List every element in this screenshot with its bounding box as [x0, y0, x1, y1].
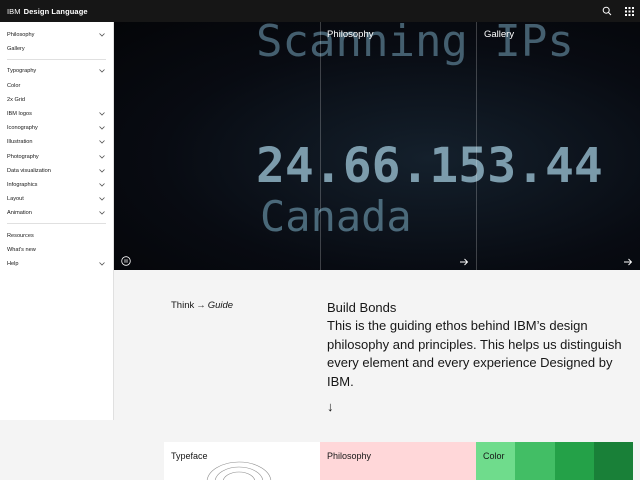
chevron-down-icon: [98, 124, 106, 132]
brand-link[interactable]: IBM Design Language: [0, 7, 88, 16]
chevron-down-icon: [98, 138, 106, 146]
app-switcher-icon[interactable]: [618, 0, 640, 22]
sidebar-item-label: Typography: [7, 68, 37, 75]
search-icon[interactable]: [596, 0, 618, 22]
top-navigation-bar: IBM Design Language: [0, 0, 640, 22]
think-guide-link[interactable]: Think → Guide: [171, 300, 233, 311]
brand-name: Design Language: [23, 6, 88, 16]
sidebar-item-gallery[interactable]: Gallery: [0, 42, 113, 56]
pause-icon[interactable]: [121, 253, 131, 266]
intro-body: This is the guiding ethos behind IBM’s d…: [327, 318, 622, 389]
chevron-down-icon: [98, 260, 106, 268]
guide-label: Guide: [207, 300, 234, 311]
sidebar-item-philosophy[interactable]: Philosophy: [0, 28, 113, 42]
hero-video-text: Scanning IPs: [256, 22, 574, 67]
tile-label: Philosophy: [327, 451, 372, 461]
sidebar-item-label: What's new: [7, 246, 36, 253]
sidebar-item-ibm-logos[interactable]: IBM logos: [0, 107, 113, 121]
intro-title: Build Bonds: [327, 300, 397, 315]
sidebar-item-label: Layout: [7, 196, 24, 203]
chevron-down-icon: [98, 67, 106, 75]
color-swatch: [515, 442, 555, 480]
hero-panel-philosophy-label[interactable]: Philosophy: [327, 29, 373, 40]
side-navigation: Philosophy Gallery Typography Color 2x G…: [0, 22, 114, 420]
sidebar-item-whats-new[interactable]: What's new: [0, 243, 113, 257]
chevron-down-icon: [98, 195, 106, 203]
hero-panel-gallery-label[interactable]: Gallery: [484, 29, 514, 40]
arrow-right-icon[interactable]: [623, 254, 633, 266]
hero-panel-divider: [320, 22, 321, 270]
tile-label: Typeface: [171, 451, 208, 461]
arrow-right-icon[interactable]: [459, 254, 469, 266]
chevron-down-icon: [98, 209, 106, 217]
tile-typeface[interactable]: Typeface: [164, 442, 320, 480]
color-swatch: [593, 442, 633, 480]
sidebar-item-label: Iconography: [7, 125, 38, 132]
sidebar-item-label: IBM logos: [7, 111, 32, 118]
sidebar-item-2x-grid[interactable]: 2x Grid: [0, 93, 113, 107]
brand-prefix: IBM: [7, 6, 21, 16]
sidebar-item-photography[interactable]: Photography: [0, 150, 113, 164]
chevron-down-icon: [98, 181, 106, 189]
sidebar-item-label: 2x Grid: [7, 96, 26, 103]
arrow-down-icon[interactable]: ↓: [327, 399, 334, 414]
sidebar-item-infographics[interactable]: Infographics: [0, 178, 113, 192]
hero-video: Scanning IPs 24.66.153.44 Canada Philoso…: [114, 22, 640, 270]
tile-label: Color: [483, 451, 505, 461]
sidebar-item-label: Help: [7, 260, 19, 267]
sidebar-item-label: Color: [7, 82, 21, 89]
tiles-section: Typeface Philosophy Color: [0, 420, 640, 480]
sidebar-item-iconography[interactable]: Iconography: [0, 121, 113, 135]
sidebar-item-label: Illustration: [7, 139, 33, 146]
sidebar-item-typography[interactable]: Typography: [0, 64, 113, 78]
hero-panel-divider: [476, 22, 477, 270]
sidebar-item-help[interactable]: Help: [0, 257, 113, 271]
color-swatch: [554, 442, 594, 480]
sidebar-item-label: Data visualization: [7, 167, 51, 174]
sidebar-item-label: Philosophy: [7, 32, 35, 39]
sidebar-item-label: Infographics: [7, 181, 38, 188]
sidebar-item-label: Photography: [7, 153, 39, 160]
hero-video-text: 24.66.153.44: [256, 138, 603, 194]
chevron-down-icon: [98, 31, 106, 39]
sidebar-item-layout[interactable]: Layout: [0, 192, 113, 206]
chevron-down-icon: [98, 167, 106, 175]
chevron-down-icon: [98, 153, 106, 161]
chevron-down-icon: [98, 110, 106, 118]
sidebar-item-resources[interactable]: Resources: [0, 228, 113, 242]
tile-philosophy[interactable]: Philosophy: [320, 442, 476, 480]
tile-color[interactable]: Color: [476, 442, 633, 480]
sidebar-item-label: Gallery: [7, 46, 25, 53]
intro-section: Think → Guide Build Bonds This is the guid…: [114, 270, 640, 420]
hero-video-text: Canada: [260, 192, 412, 241]
sidebar-item-animation[interactable]: Animation: [0, 206, 113, 220]
sidebar-item-illustration[interactable]: Illustration: [0, 135, 113, 149]
sidebar-item-label: Resources: [7, 232, 34, 239]
color-swatch: [476, 442, 516, 480]
sidebar-divider: [7, 59, 106, 61]
think-label: Think: [171, 300, 195, 311]
typeface-sketch-illustration: [206, 461, 272, 480]
sidebar-item-data-visualization[interactable]: Data visualization: [0, 164, 113, 178]
sidebar-divider: [7, 223, 106, 225]
sidebar-item-label: Animation: [7, 210, 32, 217]
sidebar-item-color[interactable]: Color: [0, 79, 113, 93]
arrow-right-icon: →: [196, 300, 206, 311]
